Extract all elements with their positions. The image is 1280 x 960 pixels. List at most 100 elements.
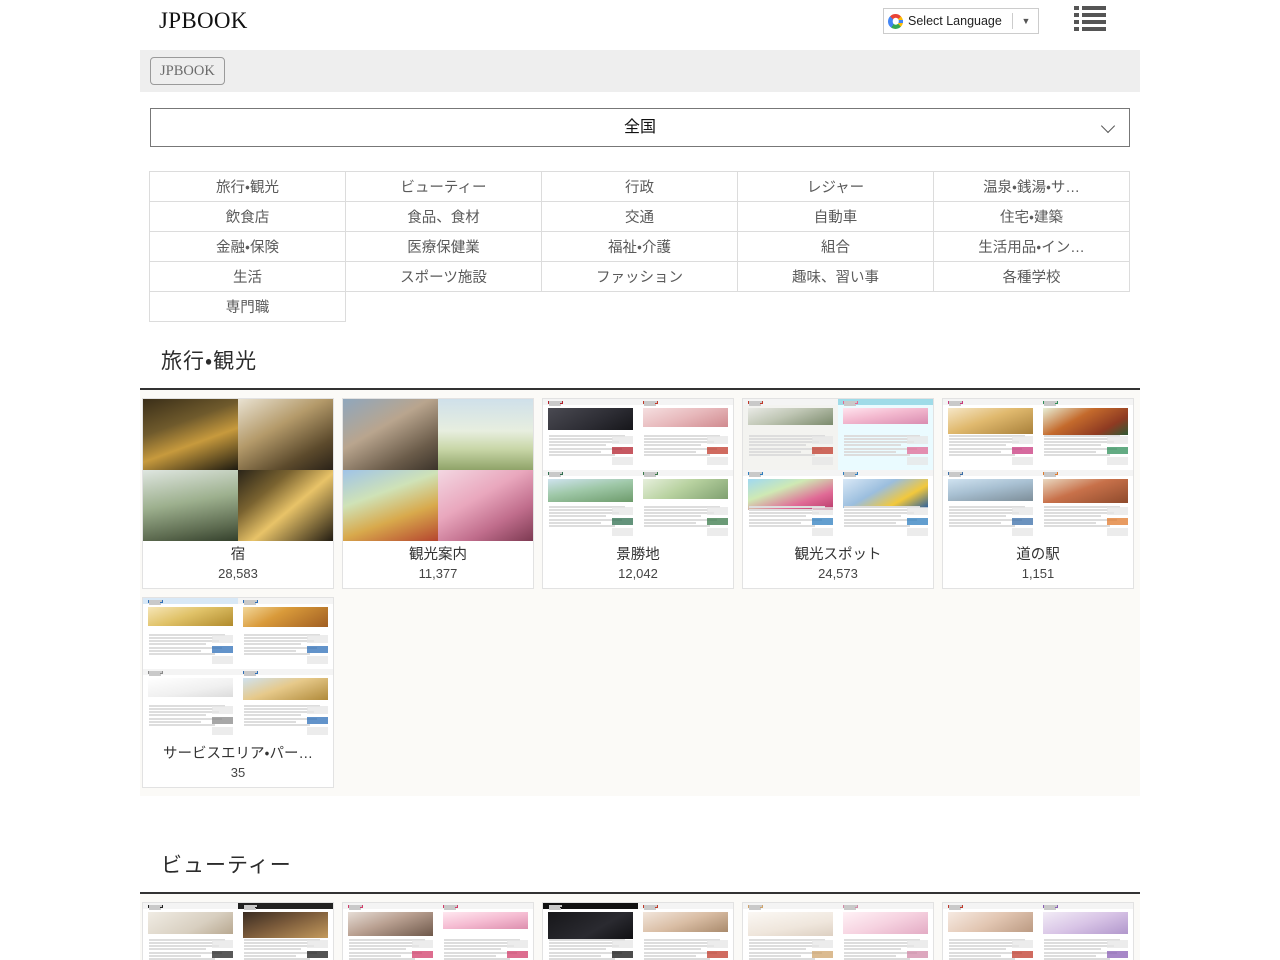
thumbnail-screenshot (143, 598, 238, 669)
select-language-label: Select Language (908, 9, 1007, 33)
category-cell[interactable]: ビューティー (346, 172, 542, 202)
google-icon (888, 14, 903, 29)
site-header: JPBOOK Select Language ▼ (0, 0, 1280, 48)
card-label: 景勝地 (543, 541, 733, 565)
category-table-row: 飲食店食品、食材交通自動車住宅・建築 (150, 202, 1130, 232)
thumbnail-photo (143, 470, 238, 541)
category-cell-empty (738, 292, 934, 322)
card-label: 観光スポット (743, 541, 933, 565)
category-cell[interactable]: 行政 (542, 172, 738, 202)
category-card[interactable] (942, 902, 1134, 960)
card-count: 1,151 (943, 565, 1133, 588)
card-thumbnail (543, 903, 733, 960)
thumbnail-screenshot (638, 399, 733, 470)
category-card[interactable] (342, 902, 534, 960)
thumbnail-screenshot (1038, 470, 1133, 541)
card-grid: 宿28,583観光案内11,377景勝地12,042観光スポット24,573道の… (140, 390, 1140, 796)
list-menu-icon[interactable] (1074, 6, 1108, 34)
category-cell[interactable]: ファッション (542, 262, 738, 292)
thumbnail-screenshot (743, 399, 838, 470)
chevron-down-icon: ▼ (1018, 9, 1034, 33)
category-card[interactable]: 景勝地12,042 (542, 398, 734, 589)
category-cell[interactable]: 各種学校 (934, 262, 1130, 292)
card-label: 道の駅 (943, 541, 1133, 565)
card-count: 28,583 (143, 565, 333, 588)
thumbnail-screenshot (1038, 903, 1133, 960)
thumbnail-screenshot (943, 470, 1038, 541)
region-select[interactable]: 全国 (150, 108, 1130, 147)
card-thumbnail (743, 399, 933, 541)
category-card[interactable] (542, 902, 734, 960)
thumbnail-screenshot (343, 903, 438, 960)
thumbnail-screenshot (238, 669, 333, 740)
list-icon-row (1074, 6, 1108, 10)
category-card[interactable] (142, 902, 334, 960)
category-cell[interactable]: 飲食店 (150, 202, 346, 232)
category-table-body: 旅行・観光ビューティー行政レジャー温泉・銭湯・サ…飲食店食品、食材交通自動車住宅… (150, 172, 1130, 322)
card-row: サービスエリア・パー…35 (140, 597, 1140, 796)
thumbnail-screenshot (638, 470, 733, 541)
thumbnail-screenshot (638, 903, 733, 960)
category-cell[interactable]: レジャー (738, 172, 934, 202)
thumbnail-screenshot (143, 669, 238, 740)
category-table-row: 金融・保険医療保健業福祉・介護組合生活用品・イン… (150, 232, 1130, 262)
category-cell[interactable]: 組合 (738, 232, 934, 262)
category-cell[interactable]: 福祉・介護 (542, 232, 738, 262)
thumbnail-screenshot (838, 470, 933, 541)
category-cell[interactable]: 交通 (542, 202, 738, 232)
category-card[interactable] (742, 902, 934, 960)
list-icon-row (1074, 27, 1108, 31)
card-row: 宿28,583観光案内11,377景勝地12,042観光スポット24,573道の… (140, 398, 1140, 597)
card-grid (140, 894, 1140, 960)
category-cell[interactable]: 趣味、習い事 (738, 262, 934, 292)
card-thumbnail (143, 399, 333, 541)
category-table-row: 生活スポーツ施設ファッション趣味、習い事各種学校 (150, 262, 1130, 292)
thumbnail-screenshot (543, 903, 638, 960)
category-cell[interactable]: 生活用品・イン… (934, 232, 1130, 262)
site-logo[interactable]: JPBOOK (159, 6, 248, 36)
thumbnail-screenshot (543, 399, 638, 470)
card-count: 12,042 (543, 565, 733, 588)
category-cell[interactable]: スポーツ施設 (346, 262, 542, 292)
thumbnail-screenshot (143, 903, 238, 960)
card-count: 11,377 (343, 565, 533, 588)
category-cell[interactable]: 温泉・銭湯・サ… (934, 172, 1130, 202)
thumbnail-screenshot (943, 399, 1038, 470)
list-icon-row (1074, 20, 1108, 24)
google-translate-widget[interactable]: Select Language ▼ (883, 8, 1039, 34)
category-cell-empty (934, 292, 1130, 322)
category-cell[interactable]: 専門職 (150, 292, 346, 322)
thumbnail-screenshot (838, 399, 933, 470)
category-card[interactable]: 道の駅1,151 (942, 398, 1134, 589)
category-card[interactable]: 観光案内11,377 (342, 398, 534, 589)
category-cell[interactable]: 旅行・観光 (150, 172, 346, 202)
category-cell[interactable]: 生活 (150, 262, 346, 292)
category-cell-empty (346, 292, 542, 322)
category-card[interactable]: 観光スポット24,573 (742, 398, 934, 589)
breadcrumb-item-jpbook[interactable]: JPBOOK (150, 57, 225, 85)
breadcrumb: JPBOOK (140, 50, 1140, 92)
card-thumbnail (343, 903, 533, 960)
thumbnail-screenshot (743, 903, 838, 960)
category-card[interactable]: サービスエリア・パー…35 (142, 597, 334, 788)
category-cell-empty (542, 292, 738, 322)
thumbnail-photo (438, 470, 533, 541)
category-table-row: 専門職 (150, 292, 1130, 322)
card-thumbnail (143, 598, 333, 740)
category-card[interactable]: 宿28,583 (142, 398, 334, 589)
category-cell[interactable]: 住宅・建築 (934, 202, 1130, 232)
category-cell[interactable]: 自動車 (738, 202, 934, 232)
card-row (140, 902, 1140, 960)
category-cell[interactable]: 医療保健業 (346, 232, 542, 262)
thumbnail-screenshot (238, 598, 333, 669)
region-select-value: 全国 (151, 109, 1129, 146)
card-label: サービスエリア・パー… (143, 740, 333, 764)
card-thumbnail (943, 903, 1133, 960)
card-count: 24,573 (743, 565, 933, 588)
category-cell[interactable]: 食品、食材 (346, 202, 542, 232)
card-label: 観光案内 (343, 541, 533, 565)
card-thumbnail (743, 903, 933, 960)
category-cell[interactable]: 金融・保険 (150, 232, 346, 262)
page-root: JPBOOK Select Language ▼ JPBOOK 全国 旅行・観光… (0, 0, 1280, 960)
list-icon-row (1074, 13, 1108, 17)
